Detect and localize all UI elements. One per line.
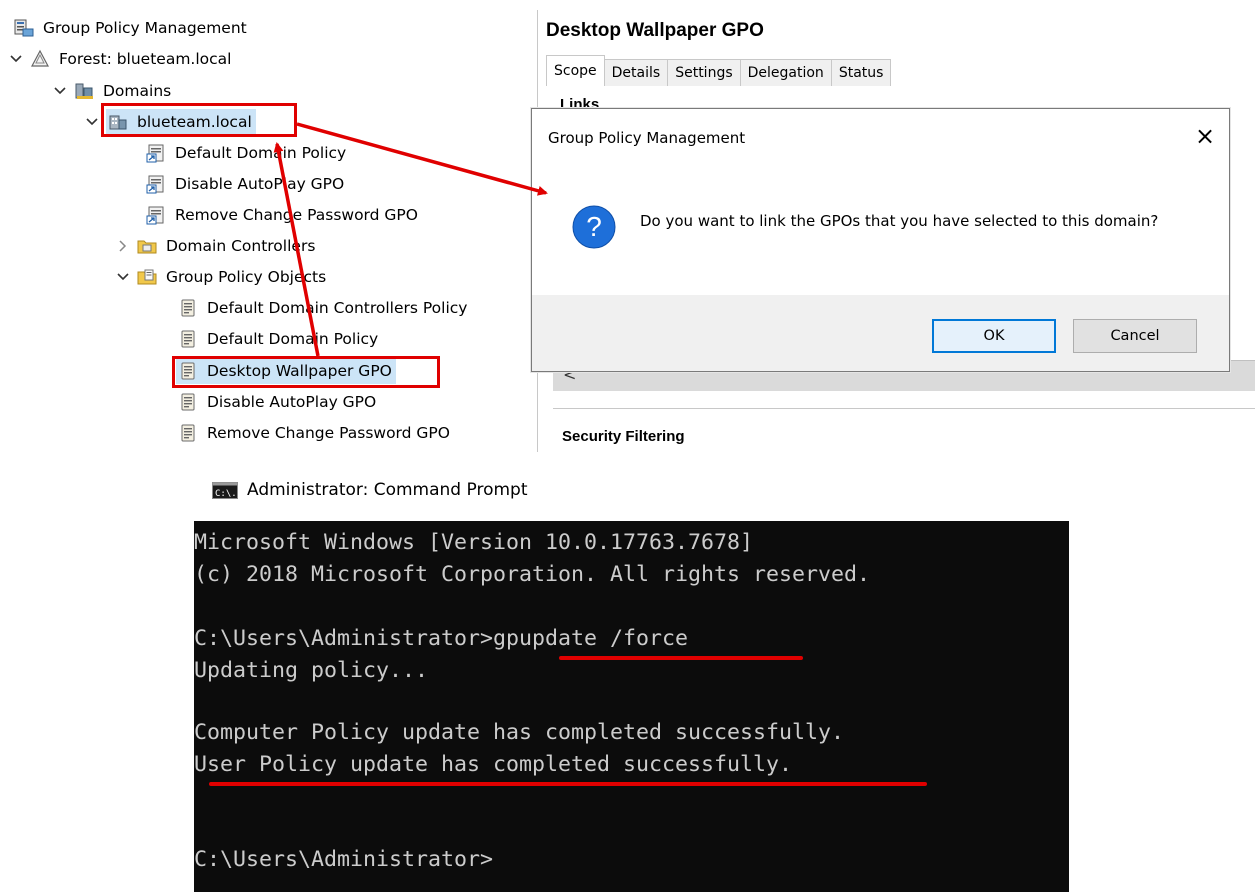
command-prompt-icon: C:\. [212, 482, 238, 499]
tab-strip: Scope Details Settings Delegation Status [546, 55, 892, 86]
gpo-scroll-icon [178, 298, 198, 318]
gpo-link-icon [146, 205, 166, 225]
chevron-down-icon[interactable] [52, 83, 68, 99]
console-line: C:\Users\Administrator> [194, 847, 494, 872]
dialog-footer: OK Cancel [532, 295, 1229, 371]
gpo-title: Desktop Wallpaper GPO [546, 20, 764, 41]
tree-item-linked-gpo[interactable]: Default Domain Policy [146, 139, 346, 167]
question-icon: ? [572, 205, 616, 249]
gpo-folder-icon [137, 267, 157, 287]
tree-item-linked-gpo[interactable]: Remove Change Password GPO [146, 201, 418, 229]
svg-text:C:\.: C:\. [215, 489, 237, 499]
gpo-link-icon [146, 143, 166, 163]
cmd-window-title: Administrator: Command Prompt [247, 480, 528, 500]
tree-item-linked-gpo[interactable]: Disable AutoPlay GPO [146, 170, 344, 198]
chevron-down-icon[interactable] [115, 269, 131, 285]
chevron-right-icon[interactable] [115, 238, 131, 254]
gpo-scroll-icon [178, 392, 198, 412]
tree-item-label: Remove Change Password GPO [207, 424, 450, 442]
tree-item-label: Group Policy Management [43, 19, 247, 37]
gpo-link-icon [146, 174, 166, 194]
dialog-title: Group Policy Management [548, 129, 746, 147]
chevron-down-icon[interactable] [8, 51, 24, 67]
forest-icon [30, 49, 50, 69]
gpo-scroll-icon [178, 329, 198, 349]
annotation-box-gpo [172, 356, 440, 388]
annotation-underline-success [209, 782, 927, 786]
pane-divider [553, 408, 1255, 409]
tree-item-label: Remove Change Password GPO [175, 206, 418, 224]
console-line: (c) 2018 Microsoft Corporation. All righ… [194, 562, 871, 587]
tree-item-domain-controllers[interactable]: Domain Controllers [115, 232, 315, 260]
console-line: User Policy update has completed success… [194, 752, 793, 777]
tree-item-label: Domains [103, 82, 172, 100]
tree-item-label: Domain Controllers [166, 237, 316, 255]
ou-folder-icon [137, 236, 157, 256]
tab-settings[interactable]: Settings [667, 59, 741, 86]
tree-item-gpo[interactable]: Default Domain Policy [178, 325, 378, 353]
tree-item-label: Forest: blueteam.local [59, 50, 232, 68]
chevron-down-icon[interactable] [84, 114, 100, 130]
console-line: Microsoft Windows [Version 10.0.17763.76… [194, 530, 754, 555]
tree-item-gpo[interactable]: Disable AutoPlay GPO [178, 388, 376, 416]
ok-button[interactable]: OK [932, 319, 1056, 353]
tree-item-gpo[interactable]: Remove Change Password GPO [178, 419, 450, 447]
close-icon[interactable]: × [1192, 123, 1218, 149]
tree-item-label: Default Domain Controllers Policy [207, 299, 468, 317]
security-filtering-heading: Security Filtering [562, 428, 685, 445]
tab-status[interactable]: Status [830, 59, 892, 86]
console-output[interactable]: Microsoft Windows [Version 10.0.17763.76… [194, 521, 1069, 892]
tree-item-label: Disable AutoPlay GPO [207, 393, 377, 411]
tree-item-gpo-container[interactable]: Group Policy Objects [115, 263, 326, 291]
tree-item-forest[interactable]: Forest: blueteam.local [8, 45, 231, 73]
tab-scope[interactable]: Scope [546, 55, 605, 86]
tree-item-label: Disable AutoPlay GPO [175, 175, 345, 193]
tree-item-gpo[interactable]: Default Domain Controllers Policy [178, 294, 467, 322]
domains-icon [74, 81, 94, 101]
tree-item-label: Group Policy Objects [166, 268, 327, 286]
tree-item-label: Default Domain Policy [207, 330, 379, 348]
tab-delegation[interactable]: Delegation [739, 59, 832, 86]
annotation-underline-gpupdate [559, 656, 803, 660]
link-gpo-dialog: Group Policy Management × ? Do you want … [531, 108, 1230, 372]
annotation-box-domain [101, 103, 297, 137]
tab-details[interactable]: Details [603, 59, 669, 86]
dialog-message: Do you want to link the GPOs that you ha… [640, 212, 1159, 230]
gpo-scroll-icon [178, 423, 198, 443]
console-line: Computer Policy update has completed suc… [194, 720, 845, 745]
svg-text:?: ? [586, 211, 602, 242]
tree-item-domains[interactable]: Domains [52, 77, 171, 105]
gpmc-root-icon [14, 18, 34, 38]
tree-item-label: Default Domain Policy [175, 144, 347, 162]
tree-item-root[interactable]: Group Policy Management [14, 14, 247, 42]
cancel-button[interactable]: Cancel [1073, 319, 1197, 353]
console-line: Updating policy... [194, 658, 429, 683]
console-line: C:\Users\Administrator>gpupdate /force [194, 626, 689, 651]
cmd-titlebar: C:\. Administrator: Command Prompt [191, 456, 1255, 520]
